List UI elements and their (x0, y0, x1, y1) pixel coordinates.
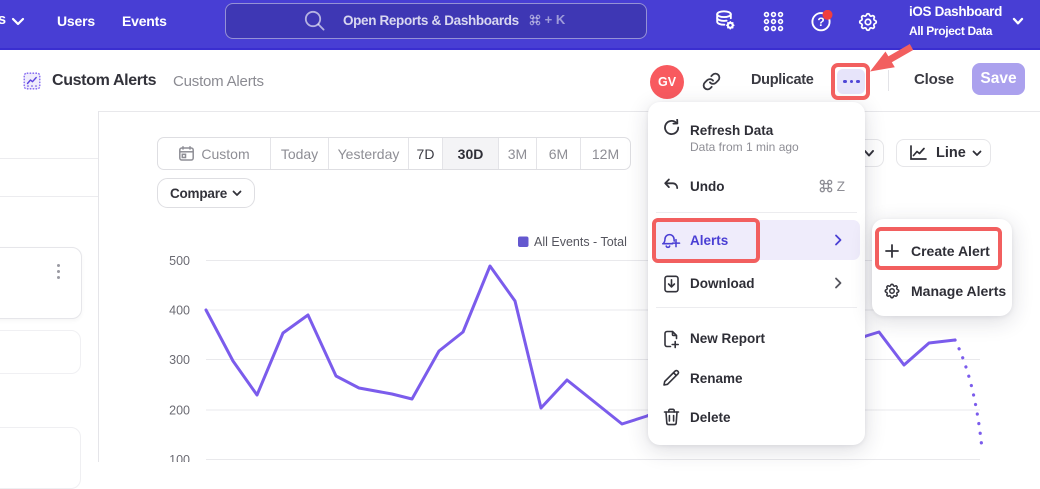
svg-text:300: 300 (169, 353, 190, 367)
svg-text:500: 500 (169, 254, 190, 268)
svg-text:All Events - Total: All Events - Total (534, 235, 627, 249)
svg-text:200: 200 (169, 404, 190, 418)
svg-text:100: 100 (169, 453, 190, 462)
svg-text:400: 400 (169, 304, 190, 318)
